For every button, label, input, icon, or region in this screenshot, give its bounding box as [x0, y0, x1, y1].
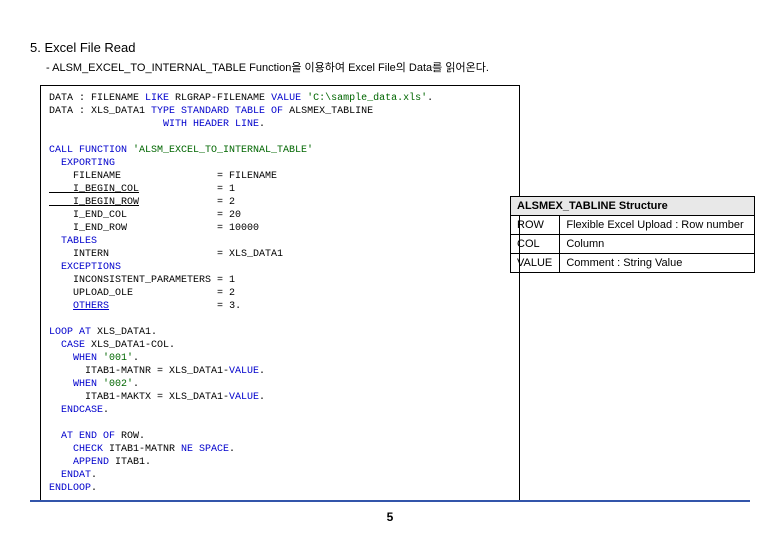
desc-cell: Flexible Excel Upload : Row number	[560, 216, 755, 235]
table-header: ALSMEX_TABLINE Structure	[511, 197, 755, 216]
desc-cell: Comment : String Value	[560, 254, 755, 273]
table-row: VALUE Comment : String Value	[511, 254, 755, 273]
section-subtitle: - ALSM_EXCEL_TO_INTERNAL_TABLE Function을…	[46, 59, 750, 75]
table-row: COL Column	[511, 235, 755, 254]
code-block: DATA : FILENAME LIKE RLGRAP-FILENAME VAL…	[40, 85, 520, 502]
desc-cell: Column	[560, 235, 755, 254]
divider-line	[30, 500, 750, 502]
structure-table: ALSMEX_TABLINE Structure ROW Flexible Ex…	[510, 196, 755, 273]
field-cell: COL	[511, 235, 560, 254]
page-number: 5	[0, 510, 780, 524]
field-cell: VALUE	[511, 254, 560, 273]
table-row: ROW Flexible Excel Upload : Row number	[511, 216, 755, 235]
field-cell: ROW	[511, 216, 560, 235]
section-title: 5. Excel File Read	[30, 40, 750, 55]
